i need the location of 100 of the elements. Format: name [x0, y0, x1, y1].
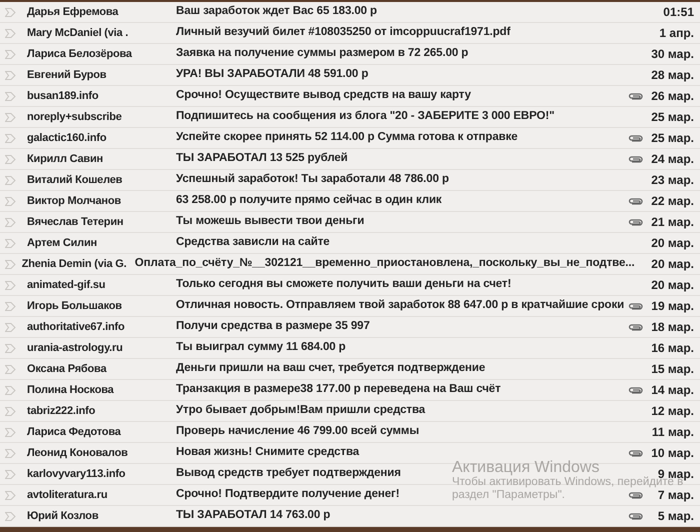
- message-date: 12 мар.: [651, 405, 694, 417]
- message-subject: Успешный заработок! Ты заработали 48 786.00 р: [176, 172, 449, 188]
- arrow-icon[interactable]: [5, 364, 16, 374]
- message-subject: Успейте скорее принять 52 114.00 р Сумма готова к отправке: [176, 130, 518, 146]
- message-subject: Срочно! Осуществите вывод средств на вашу карту: [176, 88, 471, 104]
- arrow-icon[interactable]: [5, 92, 16, 100]
- message-date: 19 мар.: [651, 300, 694, 312]
- paperclip-icon: [628, 198, 642, 204]
- message-subject: УРА! ВЫ ЗАРАБОТАЛИ 48 591.00 р: [176, 67, 368, 82]
- paperclip-icon: [628, 512, 642, 520]
- message-subject: Деньги пришли на ваш счет, требуется подтверждение: [176, 361, 486, 376]
- arrow-icon[interactable]: [5, 134, 16, 142]
- message-date: 10 мар.: [651, 447, 694, 459]
- sender-name: Вячеслав Тетерин: [27, 214, 124, 230]
- message-subject: Получи средства в размере 35 997: [176, 319, 370, 334]
- sender-name: urania-astrology.ru: [27, 340, 123, 356]
- arrow-icon[interactable]: [5, 218, 16, 226]
- paperclip-icon: [628, 302, 643, 310]
- arrow-icon[interactable]: [5, 302, 16, 310]
- arrow-icon[interactable]: [5, 238, 16, 248]
- sender-name: Евгений Буров: [27, 68, 106, 83]
- arrow-icon[interactable]: [5, 428, 16, 436]
- sender-name: avtoliteratura.ru: [27, 488, 108, 503]
- message-subject: Личный везучий билет #108035250 от imcoppuucraf1971.pdf: [176, 25, 510, 40]
- message-date: 16 мар.: [651, 342, 694, 354]
- sender-name: Лариса Федотова: [27, 424, 121, 440]
- message-date: 21 мар.: [651, 216, 694, 228]
- arrow-icon[interactable]: [5, 260, 16, 268]
- arrow-icon[interactable]: [5, 50, 16, 58]
- sender-name: Леонид Коновалов: [27, 446, 128, 461]
- arrow-icon[interactable]: [5, 344, 16, 352]
- sender-name: tabriz222.info: [27, 404, 96, 419]
- message-subject: Отличная новость. Отправляем твой заработок 88 647.00 р в кратчайшие сроки: [176, 298, 624, 314]
- message-date: 20 мар.: [651, 258, 694, 270]
- message-subject: Только сегодня вы сможете получить ваши деньги на счет!: [176, 277, 512, 292]
- sender-name: authoritative67.info: [27, 320, 124, 335]
- sender-name: animated-gif.su: [27, 278, 106, 293]
- paperclip-icon: [628, 92, 642, 100]
- arrow-icon[interactable]: [5, 8, 16, 16]
- sender-name: Дарья Ефремова: [27, 4, 118, 20]
- sender-name: Виталий Кошелев: [27, 172, 122, 188]
- message-date: 24 мар.: [651, 153, 694, 165]
- message-date: 23 мар.: [651, 174, 694, 186]
- arrow-icon[interactable]: [5, 512, 16, 520]
- message-subject: Новая жизнь! Снимите средства: [176, 445, 360, 460]
- message-date: 25 мар.: [651, 132, 694, 144]
- arrow-icon[interactable]: [5, 28, 16, 38]
- message-subject: ТЫ ЗАРАБОТАЛ 14 763.00 р: [176, 508, 330, 524]
- message-date: 15 мар.: [651, 363, 694, 375]
- message-subject: Проверь начисление 46 799.00 всей суммы: [176, 424, 420, 440]
- message-date: 14 мар.: [651, 384, 694, 396]
- message-date: 30 мар.: [651, 48, 694, 60]
- paperclip-icon: [628, 218, 642, 226]
- message-subject: Ты можешь вывести твои деньги: [176, 214, 364, 230]
- sender-name: Mary McDaniel (via .: [27, 26, 128, 41]
- message-subject: Утро бывает добрым!Вам пришли средства: [176, 403, 426, 418]
- message-date: 20 мар.: [651, 279, 694, 291]
- sender-name: Юрий Козлов: [27, 508, 98, 524]
- paperclip-icon: [628, 156, 642, 162]
- sender-name: Полина Носкова: [27, 382, 114, 398]
- sender-name: Zhenia Demin (via G.: [22, 256, 127, 272]
- message-date: 20 мар.: [651, 237, 694, 249]
- arrow-icon[interactable]: [5, 70, 16, 80]
- message-subject: Подпишитесь на сообщения из блога "20 - ЗАБЕРИТЕ 3 000 ЕВРО!": [176, 109, 554, 124]
- arrow-icon[interactable]: [5, 196, 16, 206]
- message-date: 5 мар.: [658, 510, 694, 522]
- sender-name: karlovyvary113.info: [27, 466, 126, 482]
- sender-name: Артем Силин: [27, 236, 97, 251]
- message-subject: Ваш заработок ждет Вас 65 183.00 р: [176, 4, 377, 20]
- arrow-icon[interactable]: [5, 490, 16, 500]
- paperclip-icon: [628, 134, 642, 142]
- activation-text: раздел "Параметры".: [452, 489, 565, 502]
- message-subject: Срочно! Подтвердите получение денег!: [176, 487, 400, 502]
- message-date: 7 мар.: [658, 489, 694, 501]
- arrow-icon[interactable]: [5, 448, 16, 458]
- arrow-icon[interactable]: [5, 406, 16, 416]
- message-subject: Вывод средств требует подтверждения: [176, 466, 401, 482]
- paperclip-icon: [628, 450, 642, 456]
- sender-name: busan189.info: [27, 88, 98, 104]
- arrow-icon[interactable]: [5, 386, 16, 394]
- sender-name: Оксана Рябова: [27, 362, 106, 377]
- arrow-icon[interactable]: [5, 112, 16, 122]
- message-subject: Транзакция в размере38 177.00 р переведена на Ваш счёт: [176, 382, 501, 398]
- arrow-icon[interactable]: [5, 176, 16, 184]
- message-date: 1 апр.: [659, 27, 694, 39]
- sender-name: Лариса Белозёрова: [27, 46, 132, 62]
- arrow-icon[interactable]: [5, 322, 16, 332]
- message-date: 26 мар.: [651, 90, 694, 102]
- sender-name: Игорь Большаков: [26, 298, 122, 314]
- message-date: 01:51: [663, 6, 694, 18]
- paperclip-icon: [628, 324, 642, 330]
- sender-name: galactic160.info: [27, 130, 106, 146]
- message-date: 18 мар.: [651, 321, 694, 333]
- arrow-icon[interactable]: [5, 154, 16, 164]
- arrow-icon[interactable]: [5, 470, 16, 478]
- message-subject: Оплата_по_счёту_№__302121__временно_приостановлена,_поскольку_вы_не_подтве...: [134, 256, 635, 272]
- message-subject: ТЫ ЗАРАБОТАЛ 13 525 рублей: [176, 151, 348, 166]
- sender-name: noreply+subscribe: [27, 110, 122, 125]
- arrow-icon[interactable]: [5, 280, 16, 290]
- sender-name: Виктор Молчанов: [27, 194, 121, 209]
